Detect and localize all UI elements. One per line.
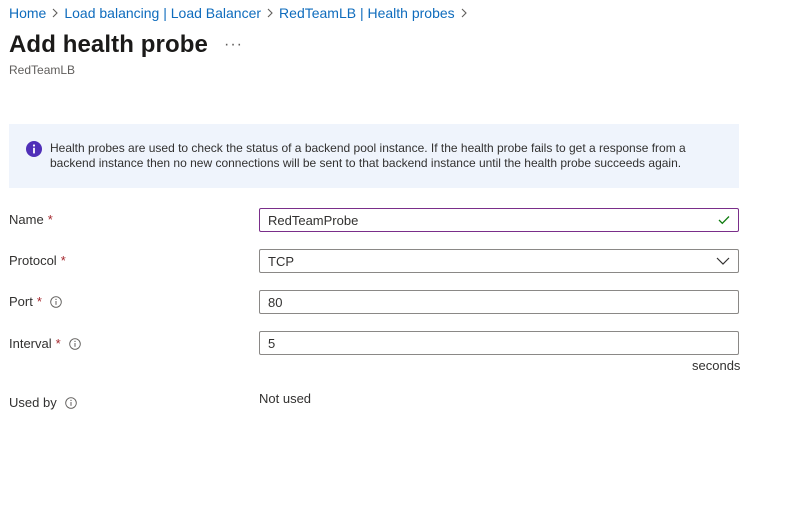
breadcrumb-health-probes[interactable]: RedTeamLB | Health probes	[279, 4, 455, 22]
chevron-right-icon	[46, 8, 64, 18]
check-icon	[718, 216, 730, 225]
name-input-value: RedTeamProbe	[268, 212, 359, 228]
used-by-value: Not used	[259, 391, 312, 406]
breadcrumb-home[interactable]: Home	[9, 4, 46, 22]
interval-input-value: 5	[268, 335, 276, 351]
protocol-label-text: Protocol	[9, 253, 57, 268]
more-options-button[interactable]: ···	[224, 36, 243, 54]
info-icon	[26, 141, 42, 157]
port-input-value: 80	[268, 294, 283, 310]
chevron-down-icon	[716, 257, 730, 265]
breadcrumb: Home Load balancing | Load Balancer RedT…	[9, 4, 473, 22]
protocol-dropdown[interactable]: TCP	[259, 249, 739, 273]
required-indicator: *	[55, 336, 61, 351]
port-label: Port *	[9, 294, 62, 309]
protocol-selected-value: TCP	[268, 253, 294, 269]
info-tooltip-icon[interactable]	[64, 396, 77, 409]
required-indicator: *	[60, 253, 66, 268]
port-label-text: Port	[9, 294, 33, 309]
port-input[interactable]: 80	[259, 290, 739, 314]
protocol-label: Protocol *	[9, 253, 66, 268]
breadcrumb-load-balancing[interactable]: Load balancing | Load Balancer	[64, 4, 261, 22]
interval-input[interactable]: 5	[259, 331, 739, 355]
page-title: Add health probe	[9, 31, 208, 58]
name-label-text: Name	[9, 212, 44, 227]
required-indicator: *	[47, 212, 53, 227]
info-banner: Health probes are used to check the stat…	[9, 124, 739, 188]
chevron-right-icon	[261, 8, 279, 18]
page-subtitle: RedTeamLB	[9, 63, 76, 77]
name-label: Name *	[9, 212, 53, 227]
add-health-probe-page: Home Load balancing | Load Balancer RedT…	[0, 0, 808, 510]
used-by-label-text: Used by	[9, 395, 57, 410]
interval-label-text: Interval	[9, 336, 52, 351]
name-input[interactable]: RedTeamProbe	[259, 208, 739, 232]
interval-label: Interval *	[9, 336, 81, 351]
used-by-label: Used by	[9, 395, 77, 410]
required-indicator: *	[36, 294, 42, 309]
info-tooltip-icon[interactable]	[50, 295, 62, 308]
info-text: Health probes are used to check the stat…	[50, 141, 686, 170]
info-tooltip-icon[interactable]	[68, 337, 81, 350]
chevron-right-icon	[455, 8, 473, 18]
interval-unit: seconds	[692, 358, 741, 373]
